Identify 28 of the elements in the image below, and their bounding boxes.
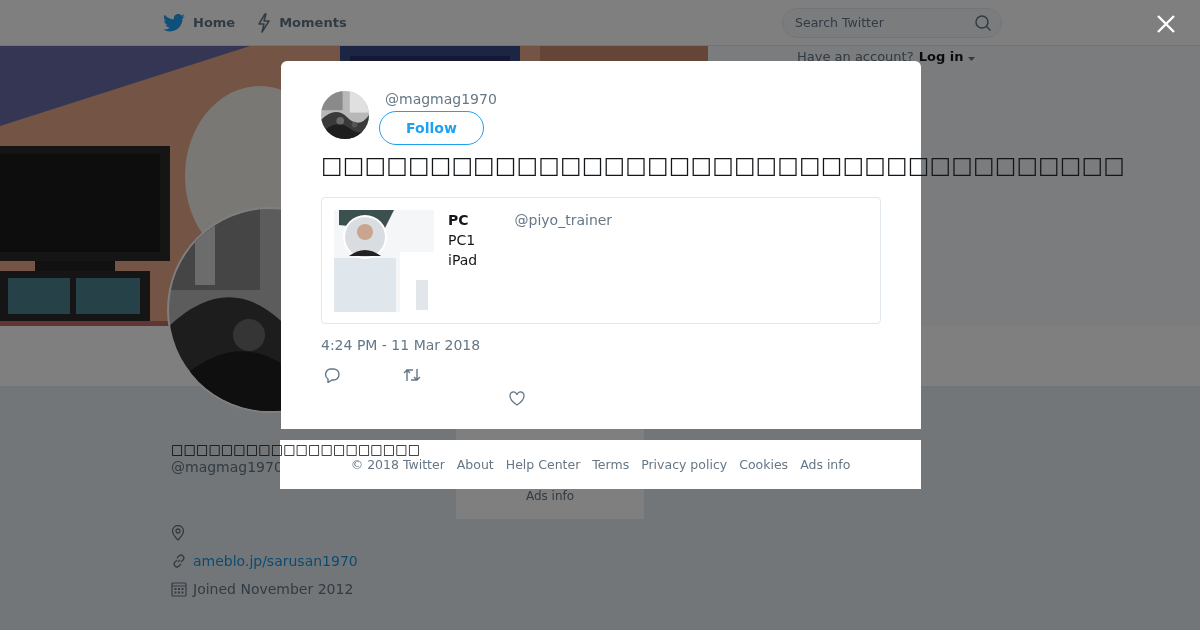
heart-icon[interactable] <box>509 391 525 406</box>
search-icon[interactable] <box>974 13 992 32</box>
login-link[interactable]: Log in <box>918 49 975 64</box>
footer-link[interactable]: Ads info <box>800 457 851 472</box>
login-prompt: Have an account? <box>797 49 914 64</box>
footer-link[interactable]: Terms <box>592 457 630 472</box>
lightning-icon <box>257 12 272 33</box>
tweet-timestamp: 4:24 PM - 11 Mar 2018 <box>321 337 482 353</box>
close-icon[interactable] <box>1156 14 1176 34</box>
profile-name: □□□□□□□□□□□□□□□□□□□□ <box>171 441 421 459</box>
link-icon <box>171 553 187 569</box>
bird-icon <box>163 13 185 32</box>
joined-date: Joined November 2012 <box>193 581 354 597</box>
reply-icon[interactable] <box>324 367 340 383</box>
footer-link[interactable]: © 2018 Twitter <box>350 457 445 472</box>
calendar-icon <box>171 581 187 597</box>
footer-link[interactable]: Privacy policy <box>641 457 728 472</box>
nav-tab[interactable]: Home <box>163 12 236 33</box>
profile-handle: @magmag1970 <box>171 459 283 475</box>
location-icon <box>171 525 185 541</box>
footer-link[interactable]: About <box>456 457 494 472</box>
footer-link[interactable]: Help Center <box>505 457 581 472</box>
retweet-icon[interactable] <box>403 367 421 383</box>
footer-link[interactable]: Cookies <box>739 457 789 472</box>
nav-tab[interactable]: Moments <box>257 12 347 33</box>
caret-icon[interactable] <box>968 57 975 61</box>
footer-link[interactable]: Ads info <box>525 489 575 503</box>
search-field[interactable]: Search Twitter <box>782 7 1002 38</box>
